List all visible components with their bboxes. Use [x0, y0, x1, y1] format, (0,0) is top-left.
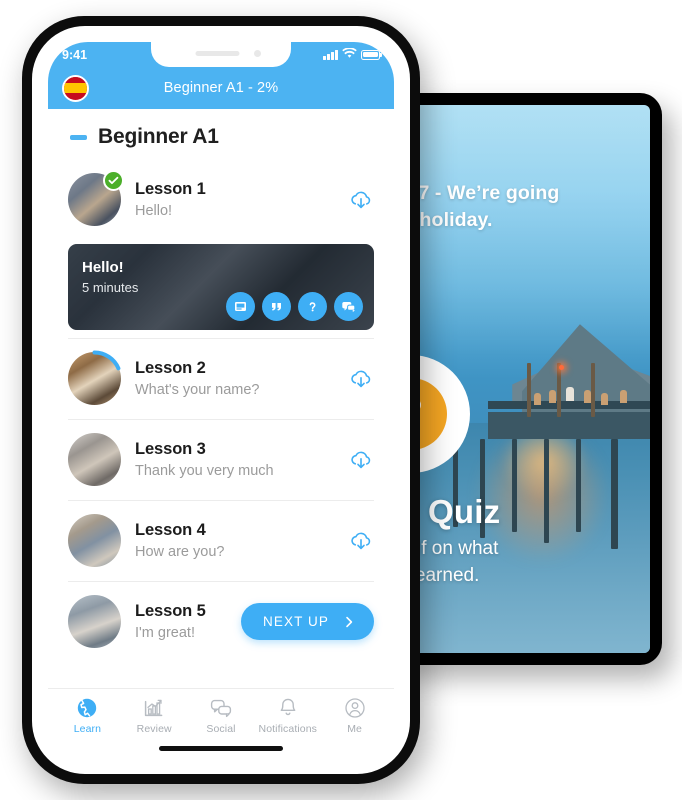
pier-piling [610, 439, 618, 549]
card-label: Hello! 5 minutes [82, 258, 138, 297]
cloud-download-icon[interactable] [348, 366, 374, 392]
lesson-desc: How are you? [135, 543, 225, 560]
person-silhouette [583, 389, 591, 403]
phone-device: 9:41 Beginner A1 - 2% Beginner A1 Lesson… [22, 16, 420, 784]
cloud-download-icon[interactable] [348, 187, 374, 213]
lesson-row[interactable]: Lesson 4 How are you? [48, 500, 394, 581]
status-indicators [323, 46, 383, 62]
lesson-text: Lesson 5 I'm great! [135, 601, 227, 643]
tablet-lesson-title: n 17 - We’re going on holiday. [404, 182, 560, 231]
lesson-row[interactable]: Lesson 5 I'm great! NEXT UP [48, 581, 394, 662]
card-title: Hello! [82, 259, 124, 276]
lesson-desc: What's your name? [135, 381, 260, 398]
spain-flag-icon[interactable] [62, 74, 89, 102]
pier-deck [487, 411, 650, 440]
lesson-row[interactable]: Lesson 2 What's your name? [48, 338, 394, 419]
quiz-subtitle: yourself on what ou’ve learned. [404, 538, 499, 586]
pier-piling [576, 439, 582, 533]
pier-piling [544, 439, 550, 544]
hut-post [590, 362, 595, 418]
tablet-screen: n 17 - We’re going on holiday. ? Quiz yo… [404, 105, 650, 653]
lesson-avatar [68, 170, 124, 226]
hut-post [527, 362, 531, 418]
pier-piling [512, 439, 518, 533]
card-action-buttons [226, 292, 363, 321]
card-duration: 5 minutes [82, 280, 139, 295]
battery-full-icon [361, 49, 383, 60]
chat-bubbles-icon[interactable] [334, 292, 363, 321]
lesson-desc: Hello! [135, 202, 173, 219]
lesson-text: Lesson 3 Thank you very much [135, 439, 334, 481]
lesson-name: Lesson 3 [135, 439, 206, 458]
globe-icon [75, 696, 99, 720]
lesson-expanded-card[interactable]: Hello! 5 minutes [68, 244, 374, 330]
tab-label: Me [347, 723, 362, 735]
section-title: Beginner A1 [98, 125, 219, 148]
status-bar: 9:41 [48, 42, 394, 67]
bell-icon [276, 696, 300, 720]
app-header: 9:41 Beginner A1 - 2% [48, 42, 394, 109]
lesson-row[interactable]: Lesson 1 Hello! [48, 159, 394, 240]
person-silhouette [620, 389, 628, 403]
lesson-avatar [68, 433, 121, 486]
lesson-name: Lesson 1 [135, 179, 206, 198]
person-silhouette [534, 392, 542, 405]
tab-social[interactable]: Social [188, 696, 255, 735]
bottom-tab-bar[interactable]: Learn Review Social Notifications Me [48, 688, 394, 737]
section-header[interactable]: Beginner A1 [48, 109, 394, 159]
lesson-avatar [68, 350, 121, 405]
cloud-download-icon[interactable] [348, 528, 374, 554]
tab-label: Notifications [258, 723, 318, 735]
phone-bezel-inner: 9:41 Beginner A1 - 2% Beginner A1 Lesson… [32, 26, 410, 774]
signal-bars-icon [323, 49, 338, 60]
lesson-row[interactable]: Lesson 3 Thank you very much [48, 419, 394, 500]
next-up-label: NEXT UP [263, 614, 329, 629]
flashcard-icon[interactable] [226, 292, 255, 321]
next-up-button[interactable]: NEXT UP [241, 603, 374, 640]
lesson-name: Lesson 2 [135, 358, 206, 377]
check-circle-icon [103, 170, 124, 191]
tab-label: Learn [73, 723, 102, 735]
status-time: 9:41 [62, 47, 88, 62]
lesson-name: Lesson 5 [135, 601, 206, 620]
question-icon[interactable] [298, 292, 327, 321]
phone-screen: 9:41 Beginner A1 - 2% Beginner A1 Lesson… [48, 42, 394, 758]
course-nav-bar: Beginner A1 - 2% [48, 67, 394, 109]
lesson-avatar [68, 595, 121, 648]
lesson-text: Lesson 1 Hello! [135, 179, 334, 221]
cloud-download-icon[interactable] [348, 447, 374, 473]
tab-review[interactable]: Review [121, 696, 188, 735]
chat-bubbles-icon [209, 696, 233, 720]
hut-post [556, 362, 561, 418]
tab-label: Social [206, 723, 236, 735]
mockup-stage: n 17 - We’re going on holiday. ? Quiz yo… [0, 0, 682, 800]
bar-chart-icon [142, 696, 166, 720]
chevron-right-icon [343, 616, 355, 628]
tab-label: Review [136, 723, 172, 735]
course-title: Beginner A1 - 2% [163, 80, 279, 96]
lesson-text: Lesson 2 What's your name? [135, 358, 334, 400]
tab-notifications[interactable]: Notifications [254, 696, 321, 735]
quiz-title: Quiz [428, 493, 501, 530]
tab-me[interactable]: Me [321, 696, 388, 735]
tab-learn[interactable]: Learn [54, 696, 121, 735]
lesson-name: Lesson 4 [135, 520, 206, 539]
collapse-dash-icon[interactable] [70, 134, 87, 140]
lesson-desc: I'm great! [135, 624, 195, 641]
wifi-icon [342, 46, 357, 62]
quotes-icon[interactable] [262, 292, 291, 321]
lesson-avatar [68, 514, 121, 567]
person-silhouette [600, 392, 608, 405]
person-icon [343, 696, 367, 720]
person-silhouette [549, 389, 557, 403]
home-indicator[interactable] [48, 737, 394, 758]
tablet-device: n 17 - We’re going on holiday. ? Quiz yo… [392, 93, 662, 665]
lesson-desc: Thank you very much [135, 462, 274, 479]
lesson-text: Lesson 4 How are you? [135, 520, 334, 562]
person-silhouette [566, 387, 575, 402]
lesson-list[interactable]: Lesson 1 Hello! Hello! 5 minutes Lesson … [48, 159, 394, 688]
